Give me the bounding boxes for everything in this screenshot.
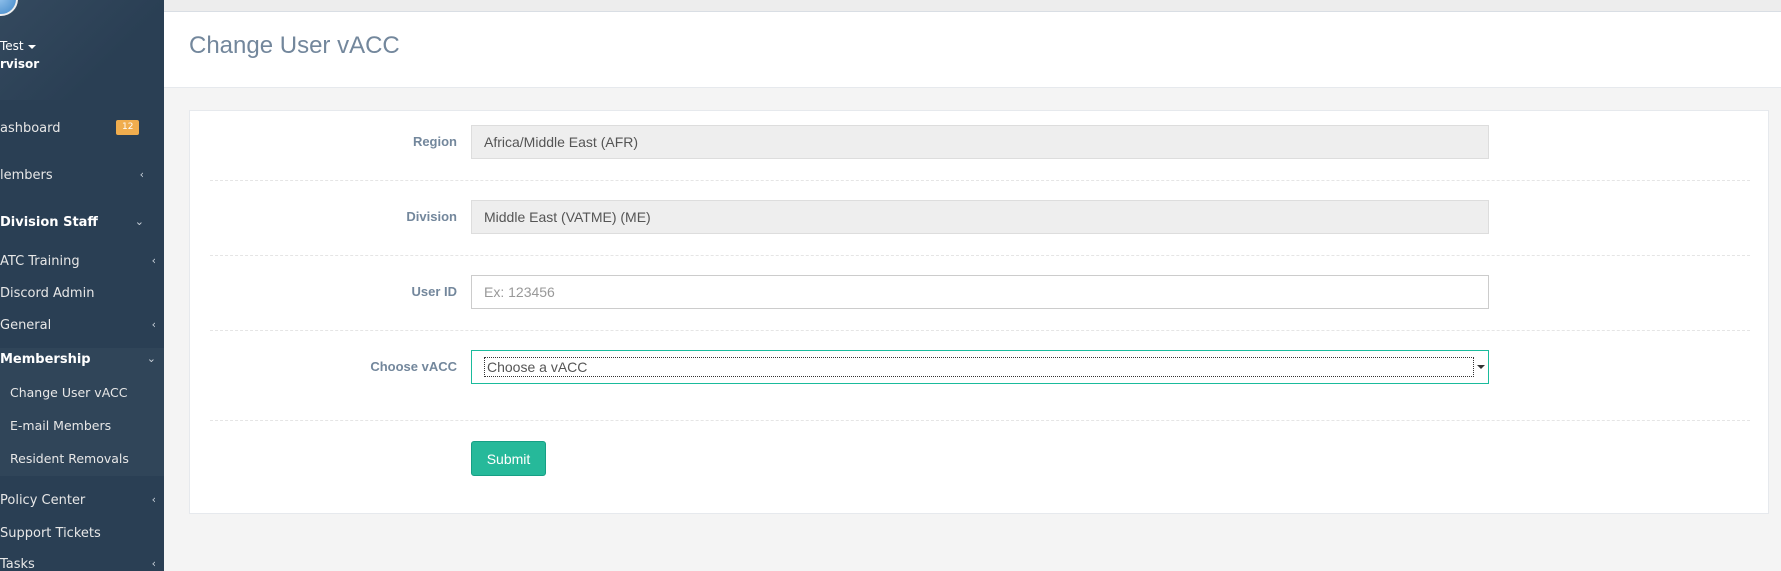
sidebar-item-label: General — [0, 318, 52, 333]
chevron-left-icon: ‹ — [151, 318, 156, 331]
chevron-left-icon: ‹ — [139, 168, 144, 181]
caret-down-icon — [27, 44, 36, 49]
sidebar-item-label: Discord Admin — [0, 286, 95, 301]
sidebar: Test rvisor ashboard 12 lembers ‹ Divisi… — [0, 0, 164, 571]
chevron-left-icon: ‹ — [151, 254, 156, 267]
sidebar-item-label: Support Tickets — [0, 526, 101, 541]
divider — [210, 180, 1750, 181]
user-role: rvisor — [0, 57, 40, 71]
dropdown-arrow-icon — [1477, 365, 1485, 369]
sidebar-item-label: Tasks — [0, 557, 35, 571]
division-field: Middle East (VATME) (ME) — [471, 200, 1489, 234]
region-field: Africa/Middle East (AFR) — [471, 125, 1489, 159]
vacc-label: Choose vACC — [370, 359, 457, 374]
sidebar-item-label: E-mail Members — [10, 418, 112, 433]
form-panel: Region Africa/Middle East (AFR) Division… — [189, 110, 1769, 514]
user-name: Test — [0, 39, 24, 53]
vacc-selected-value: Choose a vACC — [484, 357, 1474, 377]
main-content: Change User vACC Region Africa/Middle Ea… — [164, 0, 1781, 571]
userid-input[interactable]: Ex: 123456 — [471, 275, 1489, 309]
notification-badge: 12 — [116, 120, 140, 135]
region-label: Region — [412, 134, 457, 149]
profile-area: Test rvisor — [0, 0, 164, 100]
sidebar-item-label: ashboard — [0, 121, 61, 136]
page-title: Change User vACC — [189, 32, 400, 59]
divider — [210, 330, 1750, 331]
chevron-down-icon: ⌄ — [134, 215, 144, 228]
chevron-left-icon: ‹ — [151, 493, 156, 506]
divider — [210, 255, 1750, 256]
userid-label: User ID — [411, 284, 457, 299]
top-nav — [164, 0, 1781, 12]
division-label: Division — [406, 209, 457, 224]
chevron-left-icon: ‹ — [151, 557, 156, 570]
submit-button[interactable]: Submit — [471, 441, 546, 476]
chevron-down-icon: ⌄ — [146, 352, 156, 365]
sidebar-item-label: lembers — [0, 168, 53, 183]
sidebar-item-label: Resident Removals — [10, 451, 129, 466]
user-menu-toggle[interactable]: Test — [0, 39, 36, 53]
sidebar-item-label: Division Staff — [0, 215, 98, 230]
divider — [210, 420, 1750, 421]
sidebar-item-label: Membership — [0, 352, 91, 367]
sidebar-item-label: Policy Center — [0, 493, 86, 508]
vacc-select[interactable]: Choose a vACC — [471, 350, 1489, 384]
page-header: Change User vACC — [164, 12, 1781, 88]
sidebar-item-label: Change User vACC — [10, 385, 128, 400]
sidebar-item-label: ATC Training — [0, 254, 80, 269]
